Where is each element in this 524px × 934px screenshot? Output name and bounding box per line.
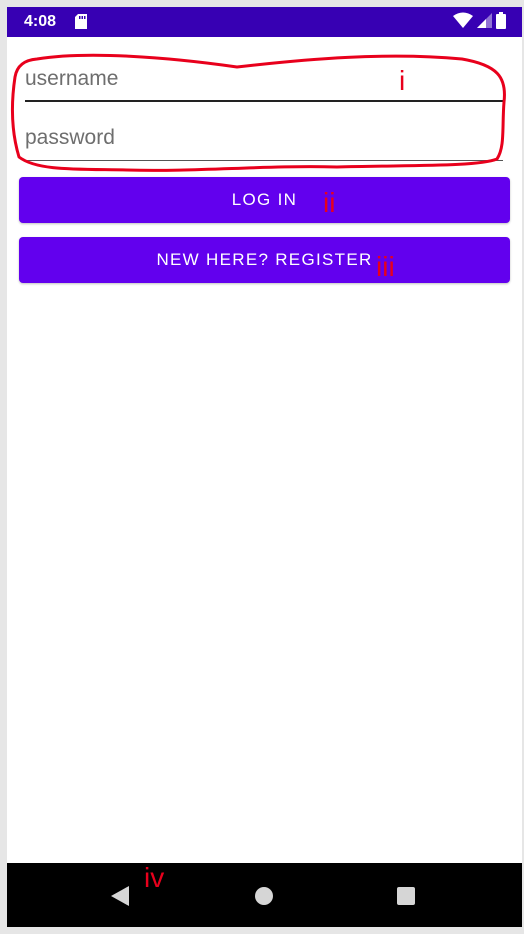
recents-icon[interactable]	[389, 879, 423, 913]
register-button[interactable]: NEW HERE? REGISTER	[19, 237, 510, 283]
navigation-bar: iv	[7, 863, 522, 927]
annotation-label-fields: i	[399, 65, 406, 96]
annotation-label-login: ii	[323, 187, 336, 218]
annotation-label-register: iii	[376, 251, 395, 282]
annotation-label-nav: iv	[144, 862, 165, 893]
home-icon[interactable]	[247, 879, 281, 913]
annotation-outline	[11, 53, 506, 172]
back-icon[interactable]	[103, 879, 137, 913]
phone-screen: 4:08 LOG IN NEW HERE? REGISTER	[7, 7, 522, 927]
